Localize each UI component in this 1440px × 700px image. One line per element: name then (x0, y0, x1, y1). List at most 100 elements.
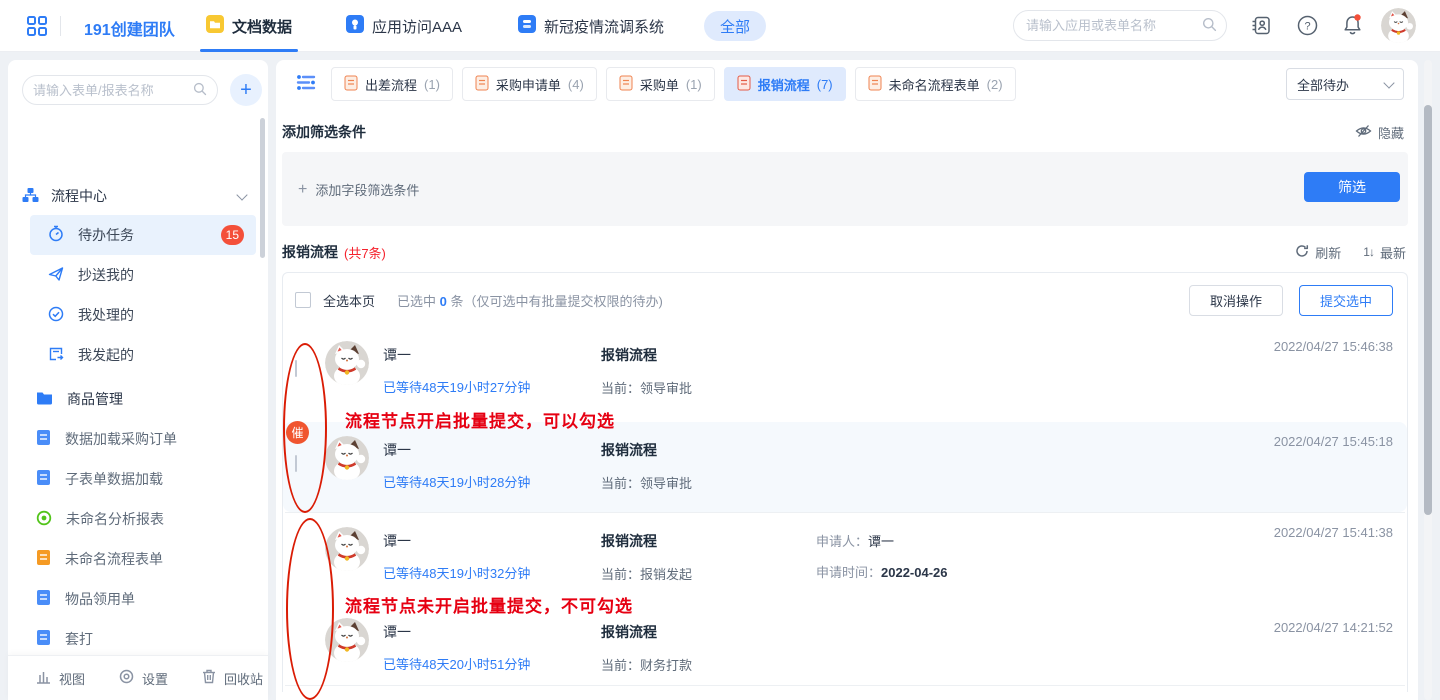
current-node: 当前：领导审批 (601, 378, 816, 397)
todo-row[interactable]: 谭一已等待48天20小时51分钟 报销流程当前：财务打款 2022/04/27 … (283, 608, 1407, 685)
doc-app-icon (206, 15, 224, 37)
waiting-duration: 已等待48天19小时28分钟 (383, 472, 601, 491)
sidebar-item-cc-to-me[interactable]: 抄送我的 (30, 255, 256, 295)
todo-row[interactable]: 谭一已等待48天19小时28分钟 报销流程当前：领导审批 2022/04/27 … (283, 422, 1407, 512)
apply-time-value: 2022-04-26 (881, 565, 948, 580)
todo-filter-select[interactable]: 全部待办 (1286, 68, 1404, 100)
sidebar-folder-goods[interactable]: 商品管理 (22, 380, 262, 418)
avatar (325, 618, 369, 662)
apply-time-field: 申请时间：2022-04-26 (816, 562, 1066, 581)
applicant-value: 谭一 (868, 534, 894, 549)
apply-time-label: 申请时间： (816, 565, 881, 580)
help-icon[interactable]: ? (1297, 15, 1318, 39)
form-tabs-row: 出差流程(1) 采购申请单(4) 采购单(1) 报销流程(7) 未命名流程表单 (… (276, 60, 1418, 108)
settings-label: 设置 (142, 669, 168, 688)
tab-purchase-request[interactable]: 采购申请单(4) (462, 67, 597, 101)
add-button[interactable]: + (230, 74, 262, 106)
sidebar-item-todo-tasks[interactable]: 待办任务 15 (30, 215, 256, 255)
notification-bell-icon[interactable] (1341, 13, 1364, 40)
tab-business-trip-flow[interactable]: 出差流程(1) (331, 67, 453, 101)
sidebar-search-input[interactable] (33, 83, 193, 98)
tab-purchase-order[interactable]: 采购单(1) (606, 67, 715, 101)
tab-unnamed-flow-form[interactable]: 未命名流程表单 (2) (855, 67, 1016, 101)
views-label: 视图 (59, 669, 85, 688)
global-search-input[interactable] (1026, 18, 1202, 33)
sidebar-group-flow-center[interactable]: 流程中心 (22, 182, 254, 210)
row-checkbox[interactable] (295, 455, 297, 472)
all-apps-pill[interactable]: 全部 (704, 11, 766, 41)
main-panel: 出差流程(1) 采购申请单(4) 采购单(1) 报销流程(7) 未命名流程表单(… (276, 60, 1418, 700)
team-name[interactable]: 191创建团队 (84, 16, 175, 40)
avatar (325, 341, 369, 385)
sidebar-item-initiated-by-me[interactable]: 我发起的 (30, 335, 256, 375)
trash-icon (202, 669, 216, 687)
recycle-bin-button[interactable]: 回收站 (202, 669, 263, 688)
doc-icon-orange (36, 549, 51, 569)
todo-row[interactable]: 谭一已等待48天19小时27分钟 报销流程当前：领导审批 2022/04/27 … (283, 327, 1407, 422)
app-tab-covid[interactable]: 新冠疫情流调系统 (518, 0, 664, 52)
filter-button[interactable]: 筛选 (1304, 172, 1400, 202)
sidebar-form-item-requisition[interactable]: 物品领用单 (22, 580, 262, 618)
sidebar-form-subform-load[interactable]: 子表单数据加载 (22, 460, 262, 498)
tab-count: (1) (424, 77, 440, 92)
sidebar-search[interactable] (22, 75, 218, 105)
sidebar-item-label: 我发起的 (78, 345, 134, 365)
sidebar-scrollbar[interactable] (260, 118, 265, 258)
app-tab-docs[interactable]: 文档数据 (206, 0, 292, 52)
refresh-button[interactable]: 刷新 (1295, 243, 1341, 262)
filter-header: 添加筛选条件 隐藏 (276, 108, 1418, 148)
sidebar-form-label: 数据加载采购订单 (65, 429, 177, 449)
sidebar-footer: 视图 设置 回收站 (8, 655, 268, 700)
tab-count: (2) (987, 77, 1003, 92)
tab-count: (7) (817, 77, 833, 92)
sidebar-form-data-load-po[interactable]: 数据加载采购订单 (22, 420, 262, 458)
sidebar-item-label: 抄送我的 (78, 265, 134, 285)
hide-filter-button[interactable]: 隐藏 (1355, 123, 1404, 142)
sidebar-form-unnamed-flow[interactable]: 未命名流程表单 (22, 540, 262, 578)
top-header: 191创建团队 文档数据 应用访问AAA 新冠疫情流调系统 全部 ? (0, 0, 1440, 52)
filter-title: 添加筛选条件 (282, 122, 366, 142)
sidebar-item-processed-by-me[interactable]: 我处理的 (30, 295, 256, 335)
urge-badge[interactable]: 催 (286, 421, 309, 444)
sidebar-form-print-template[interactable]: 套打 (22, 620, 262, 658)
filter-lines-icon[interactable] (296, 74, 316, 94)
todo-row[interactable]: 谭一已等待48天19小时32分钟 报销流程当前：报销发起 申请人：谭一 申请时间… (283, 513, 1407, 608)
header-divider (60, 16, 61, 36)
row-divider (285, 685, 1405, 686)
app-tab-label: 文档数据 (232, 16, 292, 37)
avatar (325, 436, 369, 480)
waiting-duration: 已等待48天20小时51分钟 (383, 654, 601, 673)
cancel-action-button[interactable]: 取消操作 (1189, 285, 1283, 316)
user-avatar[interactable] (1381, 8, 1416, 43)
main-scrollbar-thumb[interactable] (1424, 105, 1432, 515)
waiting-duration: 已等待48天19小时27分钟 (383, 377, 601, 396)
chevron-down-icon (1383, 77, 1394, 88)
eye-off-icon (1355, 124, 1372, 141)
selected-prefix: 已选中 (397, 294, 436, 309)
doc-icon-blue (36, 429, 51, 449)
tab-reimbursement-flow[interactable]: 报销流程(7) (724, 67, 846, 101)
paper-plane-icon (48, 266, 64, 285)
doc-icon-blue (36, 629, 51, 649)
flow-name: 报销流程 (601, 531, 816, 551)
app-tab-access[interactable]: 应用访问AAA (346, 0, 462, 52)
target-icon-green (36, 510, 52, 529)
tab-count: (4) (568, 77, 584, 92)
row-checkbox[interactable] (295, 360, 297, 377)
sidebar-report-unnamed-analysis[interactable]: 未命名分析报表 (22, 500, 262, 538)
contacts-icon[interactable] (1251, 15, 1272, 39)
add-field-filter-button[interactable]: + 添加字段筛选条件 (298, 180, 419, 199)
views-button[interactable]: 视图 (36, 669, 85, 688)
svg-text:?: ? (1304, 21, 1310, 33)
select-all-checkbox[interactable] (295, 292, 311, 308)
sort-latest-button[interactable]: 1↓ 最新 (1363, 243, 1406, 262)
settings-button[interactable]: 设置 (119, 669, 168, 688)
doc-icon-orange-outline (868, 75, 882, 94)
tab-label: 未命名流程表单 (889, 75, 980, 94)
app-launcher-icon[interactable] (26, 15, 48, 40)
global-search[interactable] (1013, 10, 1227, 41)
submit-selected-button[interactable]: 提交选中 (1299, 285, 1393, 316)
folder-icon (36, 390, 53, 408)
doc-icon-orange-outline (475, 75, 489, 94)
app-icon (518, 15, 536, 37)
